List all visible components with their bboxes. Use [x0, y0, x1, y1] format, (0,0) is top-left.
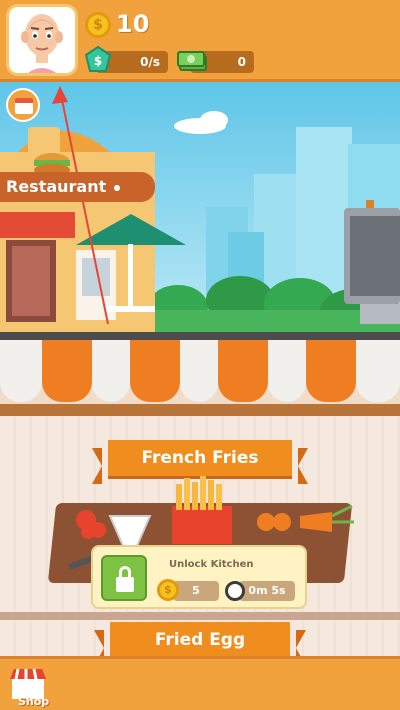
restaurant-sign-label: Restaurant — [6, 177, 107, 196]
lock-icon-body — [116, 577, 134, 592]
svg-text:$: $ — [94, 54, 102, 68]
awning-stripe — [268, 340, 306, 402]
restaurant-scene — [0, 82, 400, 340]
awning-stripe — [130, 340, 180, 402]
awning-stripe — [180, 340, 218, 402]
dish-title-ribbon: French Fries — [92, 440, 308, 484]
coin-count: 10 — [116, 10, 150, 38]
awning-stripe — [306, 340, 356, 402]
unlock-title: Unlock Kitchen — [169, 559, 254, 570]
awning-stripe — [92, 340, 130, 402]
unlock-time: 0m 5s — [239, 581, 295, 601]
clock-icon — [225, 581, 245, 601]
top-bar: $ 10 0/s $ 0 — [0, 0, 400, 82]
shop-button[interactable]: Shop — [6, 665, 50, 709]
awning — [0, 340, 400, 410]
unlock-button[interactable] — [101, 555, 147, 601]
player-avatar[interactable] — [6, 4, 78, 76]
awning-stripe — [356, 340, 400, 402]
dish-title-ribbon: Fried Egg — [94, 622, 306, 666]
gem-icon: $ — [84, 45, 112, 72]
shop-label: Shop — [18, 695, 50, 708]
notification-dot — [114, 184, 121, 191]
awning-stripe — [42, 340, 92, 402]
calendar-button[interactable] — [6, 88, 40, 122]
restaurant-sign[interactable]: Restaurant — [0, 172, 155, 202]
avatar-face-icon — [9, 7, 75, 73]
awning-stripe — [218, 340, 268, 402]
awning-stripe — [0, 340, 42, 402]
unlock-kitchen-card[interactable]: Unlock Kitchen 5 $ 0m 5s — [91, 545, 307, 609]
calendar-icon — [15, 98, 33, 114]
unlock-cost: 5 — [173, 581, 219, 601]
dish-title-fried-egg: Fried Egg — [154, 630, 246, 650]
shelf — [0, 612, 400, 620]
coin-icon: $ — [85, 12, 111, 38]
awning-rail — [0, 404, 400, 416]
street — [0, 332, 400, 340]
scene-background — [0, 86, 400, 332]
cash-icon — [177, 51, 207, 71]
dish-title-french-fries: French Fries — [141, 448, 259, 468]
coin-icon: $ — [157, 579, 179, 601]
